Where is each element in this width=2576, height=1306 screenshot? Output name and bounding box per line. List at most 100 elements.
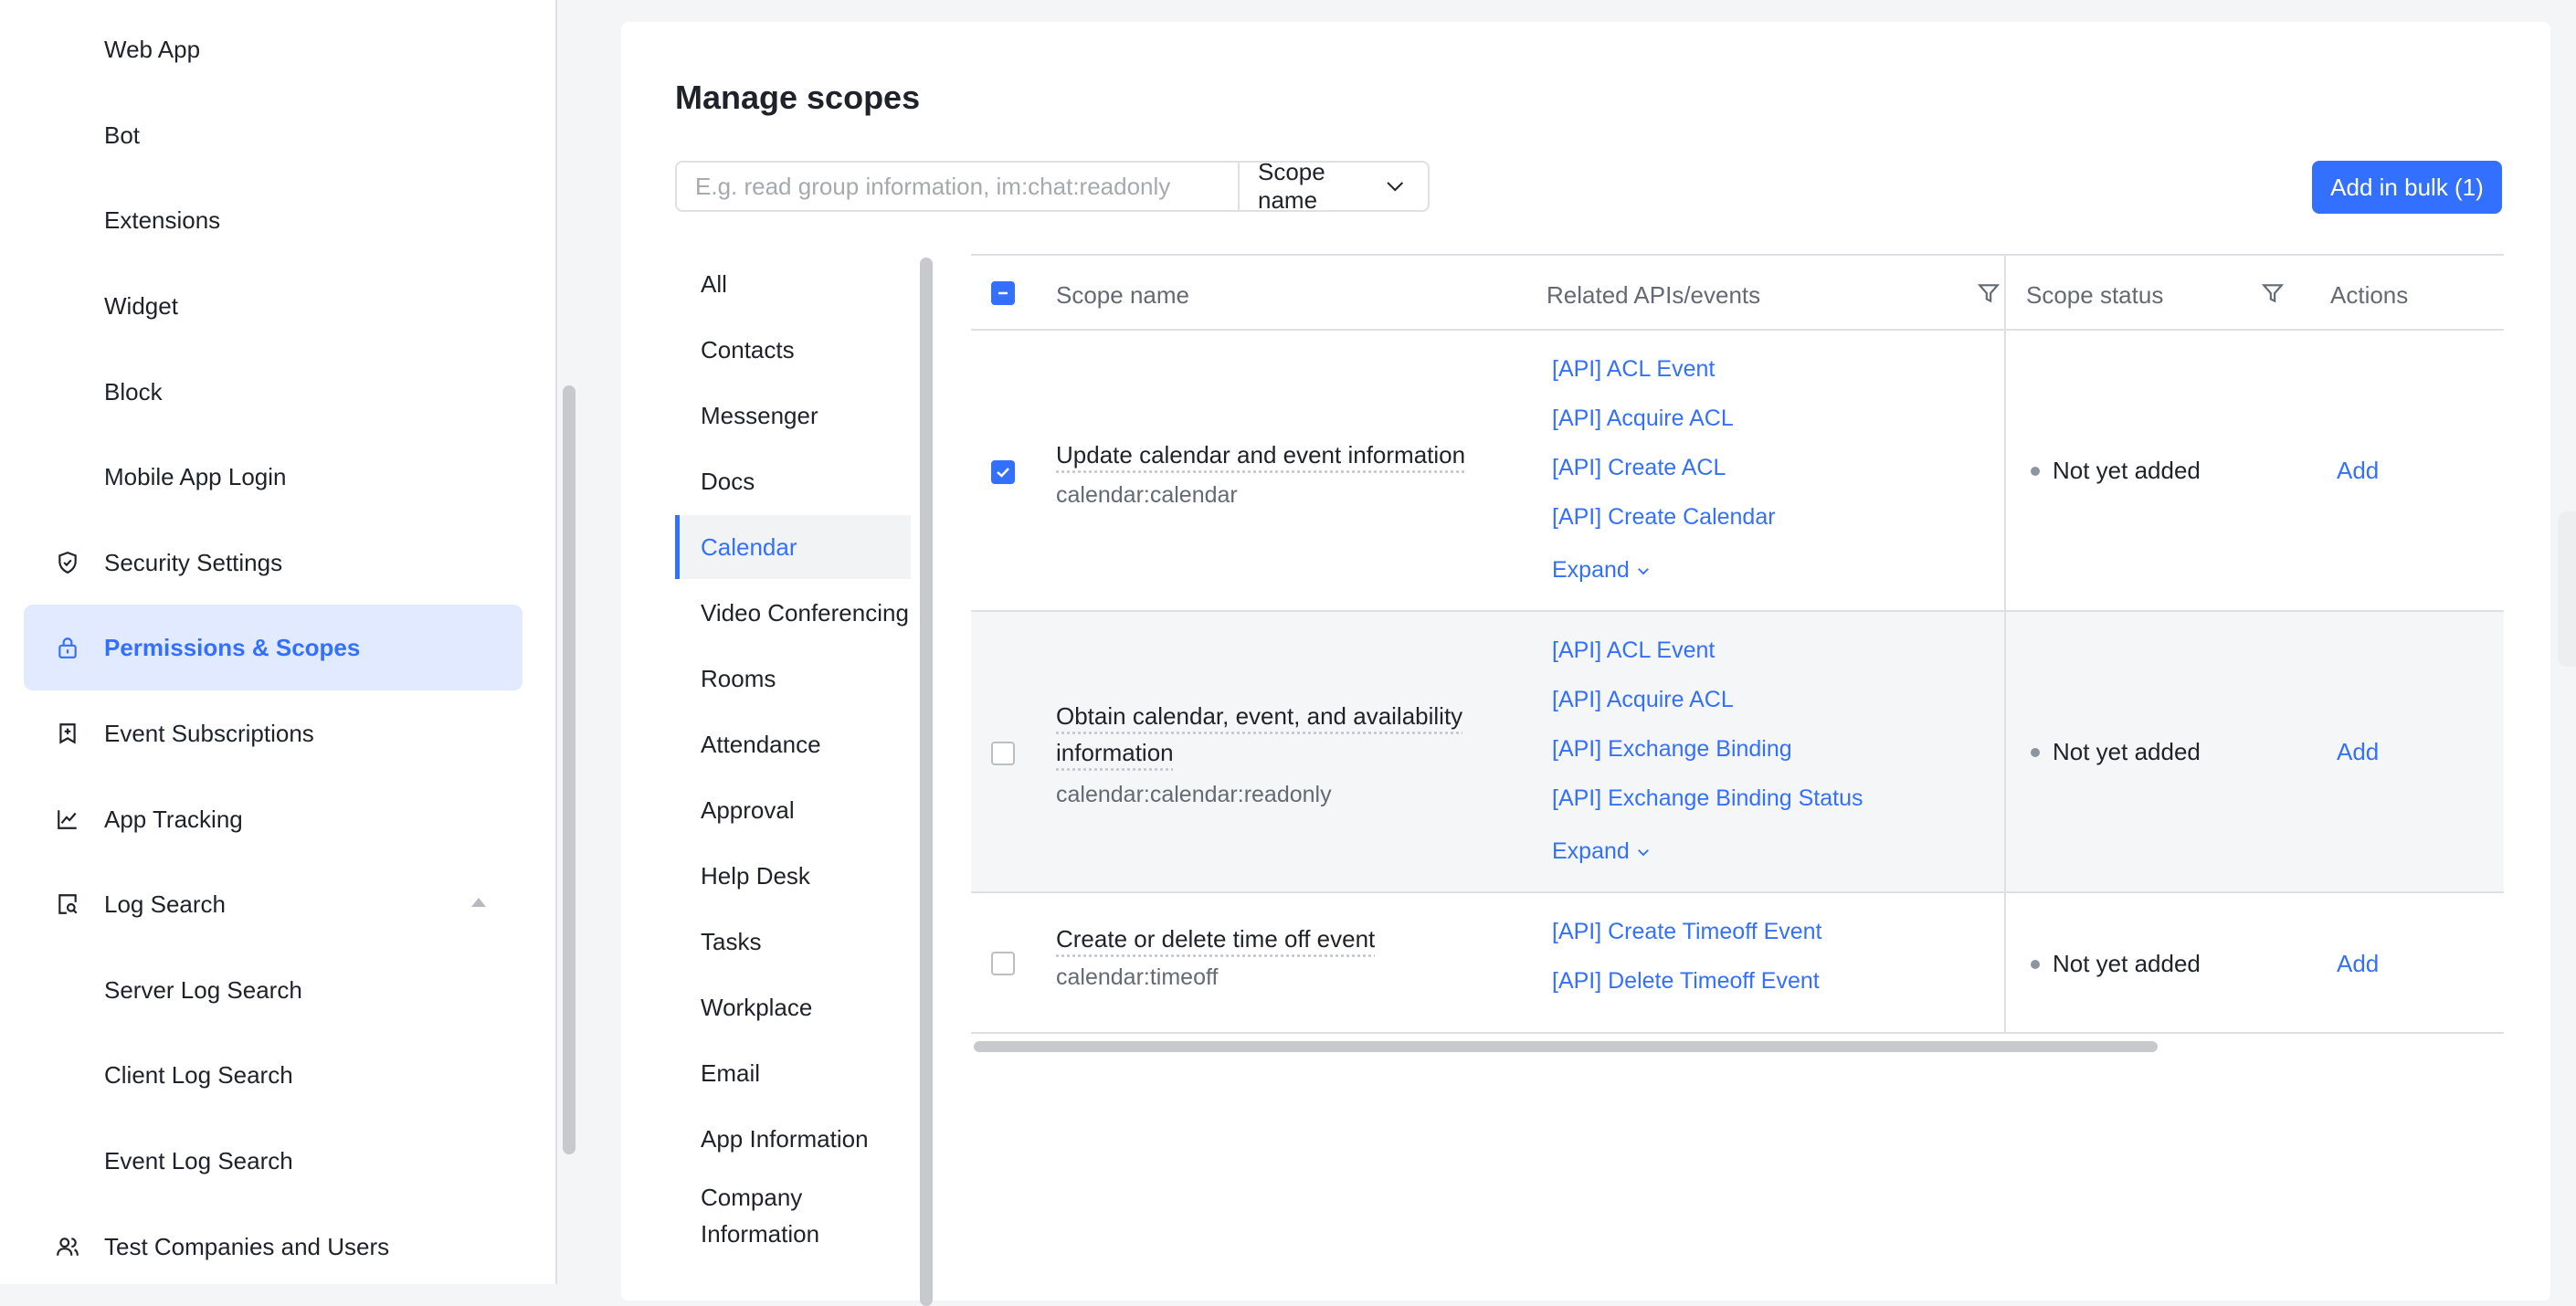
search-input[interactable] bbox=[677, 163, 1240, 210]
status-text: Not yet added bbox=[2053, 457, 2201, 484]
category-rooms[interactable]: Rooms bbox=[675, 647, 911, 711]
filter-icon[interactable] bbox=[1977, 281, 2001, 305]
row-checkbox[interactable] bbox=[991, 742, 1015, 765]
category-help-desk[interactable]: Help Desk bbox=[675, 844, 911, 908]
sidebar-scrollbar[interactable] bbox=[563, 385, 575, 1154]
nav-item-event-log-search[interactable]: Event Log Search bbox=[24, 1118, 523, 1204]
scope-name-select[interactable]: Scope name bbox=[1240, 158, 1428, 214]
scope-status: Not yet added bbox=[2031, 457, 2201, 485]
nav-item-label: Event Subscriptions bbox=[104, 719, 314, 747]
row-checkbox[interactable] bbox=[991, 952, 1015, 975]
nav-item-label: Test Companies and Users bbox=[104, 1232, 390, 1260]
nav-item-label: Extensions bbox=[104, 205, 221, 234]
nav-item-label: Security Settings bbox=[104, 548, 283, 576]
log-search-icon bbox=[55, 891, 80, 917]
nav-item-label: Log Search bbox=[104, 890, 226, 918]
category-messenger[interactable]: Messenger bbox=[675, 384, 911, 448]
status-dot-icon bbox=[2031, 747, 2040, 757]
scope-title-continued[interactable]: information bbox=[1056, 734, 1174, 771]
nav-item-permissions-scopes[interactable]: Permissions & Scopes bbox=[24, 605, 523, 690]
chevron-down-icon bbox=[1386, 182, 1403, 192]
category-attendance[interactable]: Attendance bbox=[675, 712, 911, 776]
table-row: Obtain calendar, event, and availability… bbox=[971, 612, 2504, 893]
left-navigation: Web App Bot Extensions Widget Block Mobi… bbox=[0, 0, 557, 1284]
api-link[interactable]: [API] ACL Event bbox=[1552, 637, 1715, 664]
add-scope-link[interactable]: Add bbox=[2337, 457, 2379, 485]
category-contacts[interactable]: Contacts bbox=[675, 318, 911, 382]
add-scope-link[interactable]: Add bbox=[2337, 950, 2379, 978]
category-tasks[interactable]: Tasks bbox=[675, 910, 911, 974]
api-link[interactable]: [API] Create Timeoff Event bbox=[1552, 919, 1822, 945]
nav-item-client-log-search[interactable]: Client Log Search bbox=[24, 1032, 523, 1118]
category-approval[interactable]: Approval bbox=[675, 778, 911, 842]
nav-item-app-tracking[interactable]: App Tracking bbox=[24, 776, 523, 862]
api-link[interactable]: [API] Exchange Binding bbox=[1552, 736, 1792, 763]
expand-button[interactable]: Expand bbox=[1552, 838, 1652, 865]
header-actions: Actions bbox=[2330, 281, 2409, 309]
scope-status: Not yet added bbox=[2031, 738, 2201, 766]
category-calendar[interactable]: Calendar bbox=[675, 515, 911, 579]
scope-title[interactable]: Update calendar and event information bbox=[1056, 437, 1465, 473]
api-link[interactable]: [API] Delete Timeoff Event bbox=[1552, 968, 1820, 995]
category-scrollbar[interactable] bbox=[920, 258, 933, 1306]
chevron-down-icon bbox=[1637, 848, 1649, 856]
api-link[interactable]: [API] Exchange Binding Status bbox=[1552, 785, 1863, 812]
nav-item-security-settings[interactable]: Security Settings bbox=[24, 520, 523, 606]
header-scope-status: Scope status bbox=[2026, 281, 2164, 309]
table-horizontal-scrollbar[interactable] bbox=[974, 1041, 2158, 1052]
nav-item-mobile-app-login[interactable]: Mobile App Login bbox=[24, 434, 523, 520]
users-icon bbox=[55, 1234, 80, 1259]
nav-item-label: Web App bbox=[104, 35, 201, 63]
category-company-information[interactable]: Company Information bbox=[675, 1174, 858, 1257]
scope-key: calendar:timeoff bbox=[1056, 964, 1219, 990]
row-checkbox[interactable] bbox=[991, 460, 1015, 484]
category-video-conferencing[interactable]: Video Conferencing bbox=[675, 581, 911, 645]
scope-key: calendar:calendar:readonly bbox=[1056, 782, 1332, 807]
nav-item-bot[interactable]: Bot bbox=[24, 92, 523, 178]
nav-item-label: Event Log Search bbox=[104, 1146, 293, 1174]
api-link[interactable]: [API] Create Calendar bbox=[1552, 504, 1776, 531]
nav-item-event-subscriptions[interactable]: Event Subscriptions bbox=[24, 690, 523, 776]
expand-label: Expand bbox=[1552, 838, 1630, 864]
nav-item-log-search[interactable]: Log Search bbox=[24, 861, 523, 947]
nav-item-label: Server Log Search bbox=[104, 975, 302, 1004]
nav-item-widget[interactable]: Widget bbox=[24, 263, 523, 349]
add-scope-link[interactable]: Add bbox=[2337, 738, 2379, 766]
table-header: Scope name Related APIs/events Scope sta… bbox=[971, 254, 2504, 331]
scope-key: calendar:calendar bbox=[1056, 482, 1238, 508]
expand-label: Expand bbox=[1552, 557, 1630, 583]
main-card: Manage scopes Scope name Add in bulk (1)… bbox=[621, 22, 2550, 1306]
api-link[interactable]: [API] Acquire ACL bbox=[1552, 687, 1734, 713]
api-link[interactable]: [API] ACL Event bbox=[1552, 356, 1715, 383]
status-dot-icon bbox=[2031, 959, 2040, 969]
category-docs[interactable]: Docs bbox=[675, 449, 911, 513]
nav-item-block[interactable]: Block bbox=[24, 349, 523, 435]
scope-title[interactable]: Create or delete time off event bbox=[1056, 921, 1375, 957]
api-link[interactable]: [API] Create ACL bbox=[1552, 455, 1726, 481]
add-in-bulk-button[interactable]: Add in bulk (1) bbox=[2312, 161, 2502, 214]
filter-icon[interactable] bbox=[2261, 281, 2285, 305]
table-row: Update calendar and event information ca… bbox=[971, 331, 2504, 612]
nav-item-extensions[interactable]: Extensions bbox=[24, 177, 523, 263]
collapse-caret-icon[interactable] bbox=[471, 898, 486, 907]
side-panel-handle[interactable] bbox=[2558, 511, 2576, 667]
header-scope-name: Scope name bbox=[1056, 281, 1189, 309]
category-app-information[interactable]: App Information bbox=[675, 1107, 911, 1171]
scope-title[interactable]: Obtain calendar, event, and availability bbox=[1056, 698, 1462, 734]
scope-select-value: Scope name bbox=[1258, 158, 1325, 214]
category-workplace[interactable]: Workplace bbox=[675, 975, 911, 1039]
nav-item-test-companies-users[interactable]: Test Companies and Users bbox=[24, 1204, 523, 1290]
nav-item-label: App Tracking bbox=[104, 805, 243, 833]
table-row: Create or delete time off event calendar… bbox=[971, 893, 2504, 1034]
category-email[interactable]: Email bbox=[675, 1041, 911, 1105]
api-link[interactable]: [API] Acquire ACL bbox=[1552, 405, 1734, 432]
subscription-icon bbox=[55, 721, 80, 746]
expand-button[interactable]: Expand bbox=[1552, 557, 1652, 584]
nav-item-server-log-search[interactable]: Server Log Search bbox=[24, 947, 523, 1033]
nav-item-label: Mobile App Login bbox=[104, 462, 287, 490]
category-all[interactable]: All bbox=[675, 252, 911, 316]
chevron-down-icon bbox=[1637, 567, 1649, 574]
select-all-checkbox[interactable] bbox=[991, 281, 1015, 305]
header-related-apis: Related APIs/events bbox=[1547, 281, 1761, 309]
nav-item-web-app[interactable]: Web App bbox=[24, 6, 523, 92]
